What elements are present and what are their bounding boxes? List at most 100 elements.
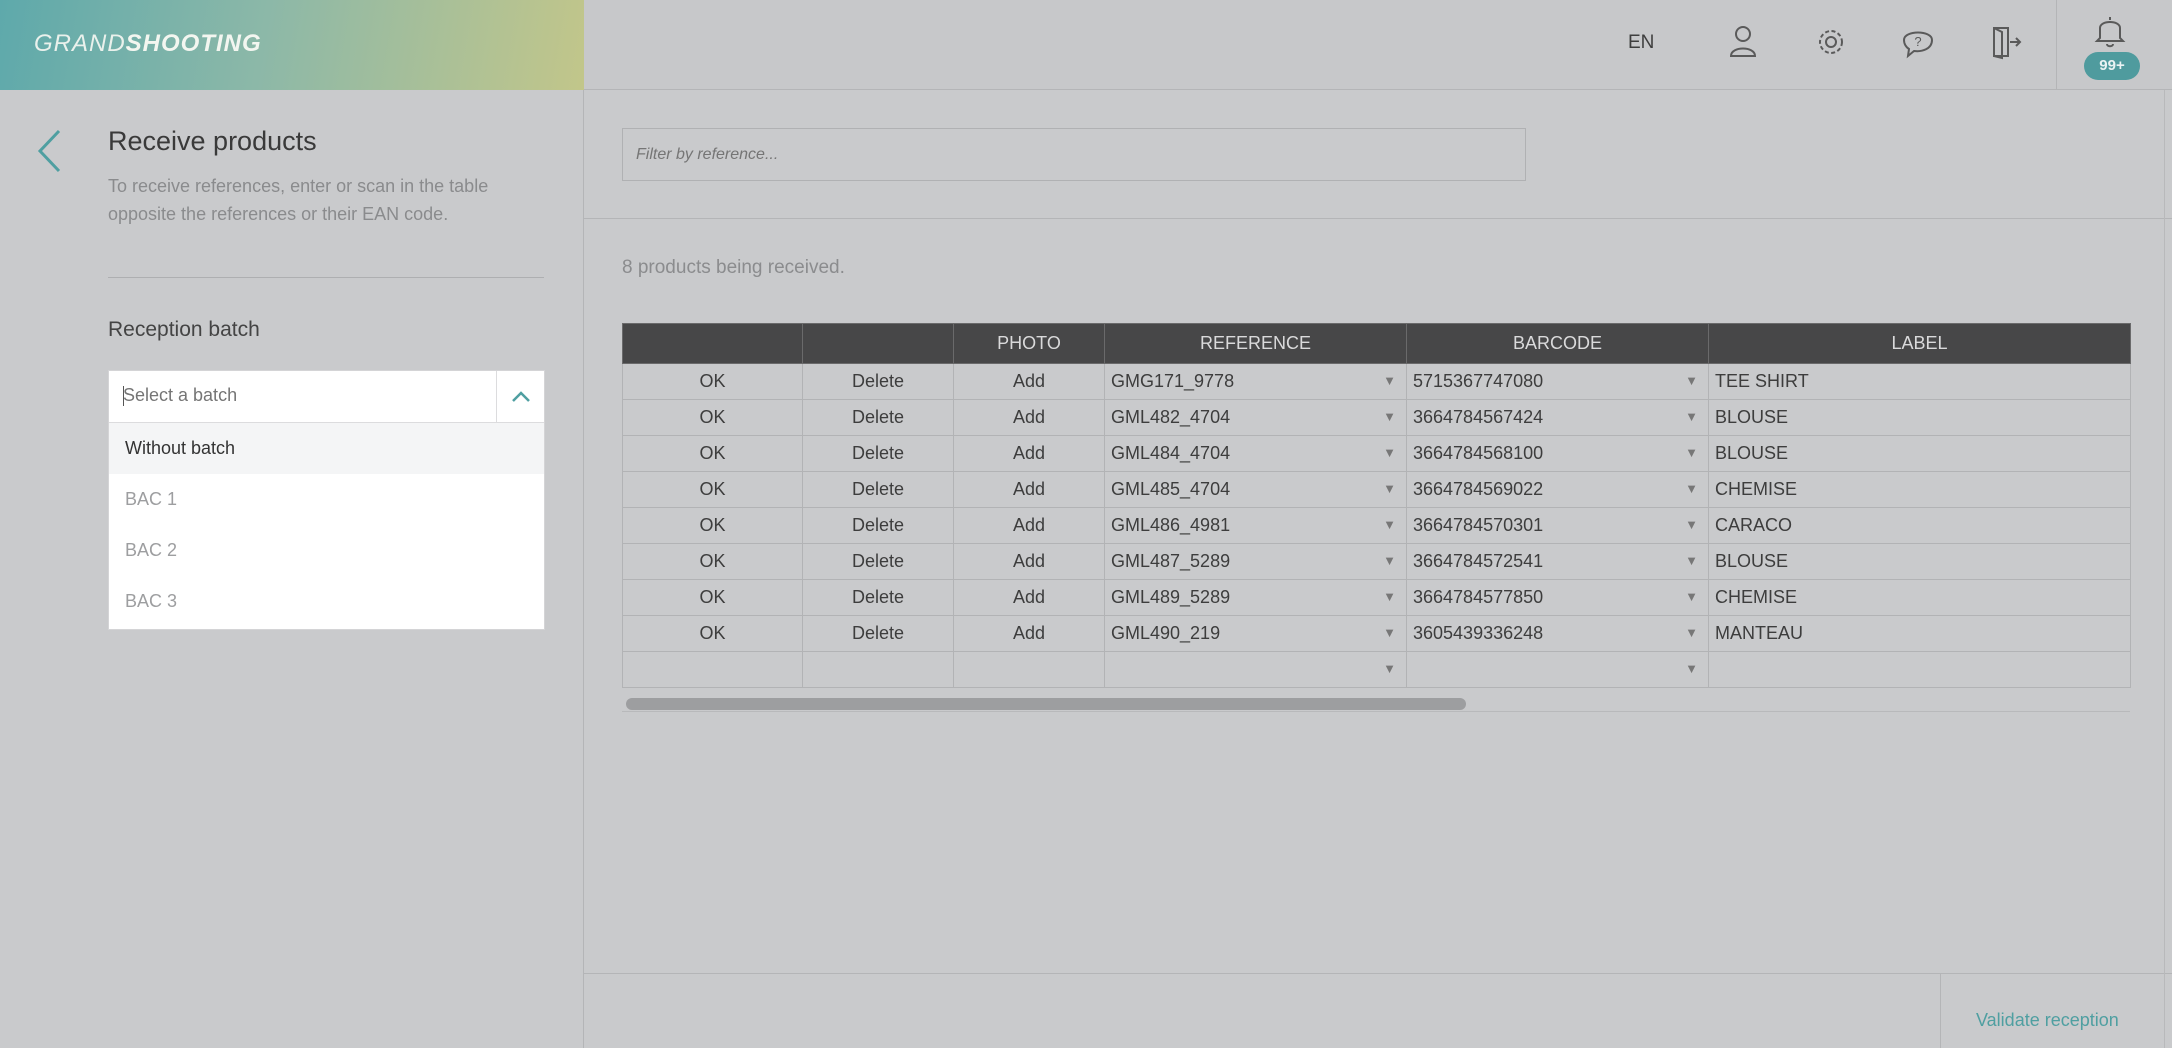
barcode-cell[interactable]: 3605439336248 ▼ (1406, 615, 1709, 652)
batch-option-bac-3[interactable]: BAC 3 (109, 576, 544, 627)
dropdown-arrow-icon[interactable]: ▼ (1383, 553, 1396, 568)
dropdown-arrow-icon[interactable]: ▼ (1685, 517, 1698, 532)
dropdown-arrow-icon[interactable]: ▼ (1685, 481, 1698, 496)
reference-cell[interactable]: GML482_4704 ▼ (1104, 399, 1407, 436)
reference-cell[interactable]: GML490_219 ▼ (1104, 615, 1407, 652)
barcode-cell[interactable]: 3664784568100 ▼ (1406, 435, 1709, 472)
reference-cell[interactable]: GMG171_9778 ▼ (1104, 363, 1407, 400)
label-cell[interactable]: CHEMISE (1708, 471, 2131, 508)
dropdown-arrow-icon[interactable]: ▼ (1685, 625, 1698, 640)
add-photo-link[interactable]: Add (953, 615, 1105, 652)
label-cell[interactable]: BLOUSE (1708, 399, 2131, 436)
add-photo-link[interactable]: Add (953, 471, 1105, 508)
add-photo-link[interactable]: Add (953, 579, 1105, 616)
chevron-up-icon (512, 391, 530, 402)
status-cell: OK (622, 579, 803, 616)
add-photo-link[interactable]: Add (953, 507, 1105, 544)
delete-link[interactable]: Delete (802, 579, 954, 616)
delete-link[interactable]: Delete (802, 471, 954, 508)
delete-link[interactable]: Delete (802, 363, 954, 400)
barcode-cell[interactable]: 3664784567424 ▼ (1406, 399, 1709, 436)
reference-cell[interactable]: GML489_5289 ▼ (1104, 579, 1407, 616)
vertical-scrollbar[interactable] (2164, 90, 2172, 1048)
logo[interactable]: GRANDSHOOTING (34, 30, 262, 58)
dropdown-arrow-icon[interactable]: ▼ (1383, 589, 1396, 604)
reference-entry-cell[interactable]: ▼ (1104, 651, 1407, 688)
notification-badge[interactable]: 99+ (2084, 52, 2140, 80)
add-photo-link[interactable]: Add (953, 543, 1105, 580)
column-header-label[interactable]: LABEL (1708, 323, 2131, 364)
help-icon[interactable]: ? (1900, 22, 1936, 62)
label-cell[interactable]: CHEMISE (1708, 579, 2131, 616)
delete-link[interactable]: Delete (802, 399, 954, 436)
dropdown-arrow-icon[interactable]: ▼ (1383, 661, 1396, 676)
products-table: PHOTO REFERENCE BARCODE LABEL OK Delete Ad… (622, 323, 2131, 688)
status-cell: OK (622, 615, 803, 652)
divider (108, 277, 544, 278)
dropdown-arrow-icon[interactable]: ▼ (1383, 409, 1396, 424)
add-photo-link[interactable]: Add (953, 363, 1105, 400)
delete-link[interactable]: Delete (802, 543, 954, 580)
column-header-reference[interactable]: REFERENCE (1104, 323, 1407, 364)
batch-select-header[interactable] (109, 371, 544, 423)
delete-link[interactable]: Delete (802, 615, 954, 652)
reference-cell[interactable]: GML486_4981 ▼ (1104, 507, 1407, 544)
barcode-value: 5715367747080 (1413, 371, 1544, 391)
dropdown-arrow-icon[interactable]: ▼ (1383, 373, 1396, 388)
filter-reference-input[interactable] (622, 128, 1526, 181)
status-cell (622, 651, 803, 688)
batch-search-input[interactable] (123, 385, 483, 406)
label-entry-cell[interactable] (1708, 651, 2131, 688)
bell-icon[interactable] (2092, 10, 2128, 50)
table-body: OK Delete Add GMG171_9778 ▼ 5715367747080 ▼ TEE… (622, 363, 2131, 688)
reference-cell[interactable]: GML487_5289 ▼ (1104, 543, 1407, 580)
barcode-cell[interactable]: 3664784569022 ▼ (1406, 471, 1709, 508)
delete-link[interactable]: Delete (802, 435, 954, 472)
label-cell[interactable]: CARACO (1708, 507, 2131, 544)
reference-cell[interactable]: GML485_4704 ▼ (1104, 471, 1407, 508)
status-cell: OK (622, 399, 803, 436)
validate-reception-button[interactable]: Validate reception (1976, 1010, 2119, 1031)
dropdown-arrow-icon[interactable]: ▼ (1383, 445, 1396, 460)
dropdown-arrow-icon[interactable]: ▼ (1685, 661, 1698, 676)
dropdown-arrow-icon[interactable]: ▼ (1383, 517, 1396, 532)
dropdown-arrow-icon[interactable]: ▼ (1685, 409, 1698, 424)
label-cell[interactable]: BLOUSE (1708, 435, 2131, 472)
horizontal-scrollbar-thumb[interactable] (626, 698, 1466, 710)
reference-value: GML484_4704 (1111, 443, 1231, 463)
products-count: 8 products being received. (622, 257, 845, 278)
batch-option-bac-1[interactable]: BAC 1 (109, 474, 544, 525)
barcode-cell[interactable]: 3664784577850 ▼ (1406, 579, 1709, 616)
dropdown-arrow-icon[interactable]: ▼ (1383, 481, 1396, 496)
dropdown-arrow-icon[interactable]: ▼ (1685, 589, 1698, 604)
label-cell[interactable]: MANTEAU (1708, 615, 2131, 652)
add-photo-link[interactable]: Add (953, 435, 1105, 472)
language-selector[interactable]: EN (1628, 32, 1654, 54)
dropdown-arrow-icon[interactable]: ▼ (1685, 373, 1698, 388)
dropdown-arrow-icon[interactable]: ▼ (1383, 625, 1396, 640)
column-header-photo[interactable]: PHOTO (953, 323, 1105, 364)
batch-option-without-batch[interactable]: Without batch (109, 423, 544, 474)
barcode-cell[interactable]: 3664784572541 ▼ (1406, 543, 1709, 580)
label-cell[interactable]: BLOUSE (1708, 543, 2131, 580)
reference-cell[interactable]: GML484_4704 ▼ (1104, 435, 1407, 472)
batch-option-bac-2[interactable]: BAC 2 (109, 525, 544, 576)
back-arrow-icon[interactable] (34, 126, 64, 176)
add-photo-link[interactable]: Add (953, 399, 1105, 436)
dropdown-arrow-icon[interactable]: ▼ (1685, 553, 1698, 568)
barcode-cell[interactable]: 5715367747080 ▼ (1406, 363, 1709, 400)
brand-logo-area: GRANDSHOOTING (0, 0, 584, 90)
delete-link[interactable]: Delete (802, 507, 954, 544)
logout-icon[interactable] (1988, 22, 2024, 62)
dropdown-toggle[interactable] (496, 371, 544, 423)
column-header-barcode[interactable]: BARCODE (1406, 323, 1709, 364)
reception-batch-label: Reception batch (108, 318, 260, 341)
user-icon[interactable] (1725, 22, 1761, 62)
barcode-entry-cell[interactable]: ▼ (1406, 651, 1709, 688)
barcode-cell[interactable]: 3664784570301 ▼ (1406, 507, 1709, 544)
label-cell[interactable]: TEE SHIRT (1708, 363, 2131, 400)
gear-icon[interactable] (1813, 22, 1849, 62)
header-divider (2056, 0, 2057, 90)
photo-cell (953, 651, 1105, 688)
dropdown-arrow-icon[interactable]: ▼ (1685, 445, 1698, 460)
